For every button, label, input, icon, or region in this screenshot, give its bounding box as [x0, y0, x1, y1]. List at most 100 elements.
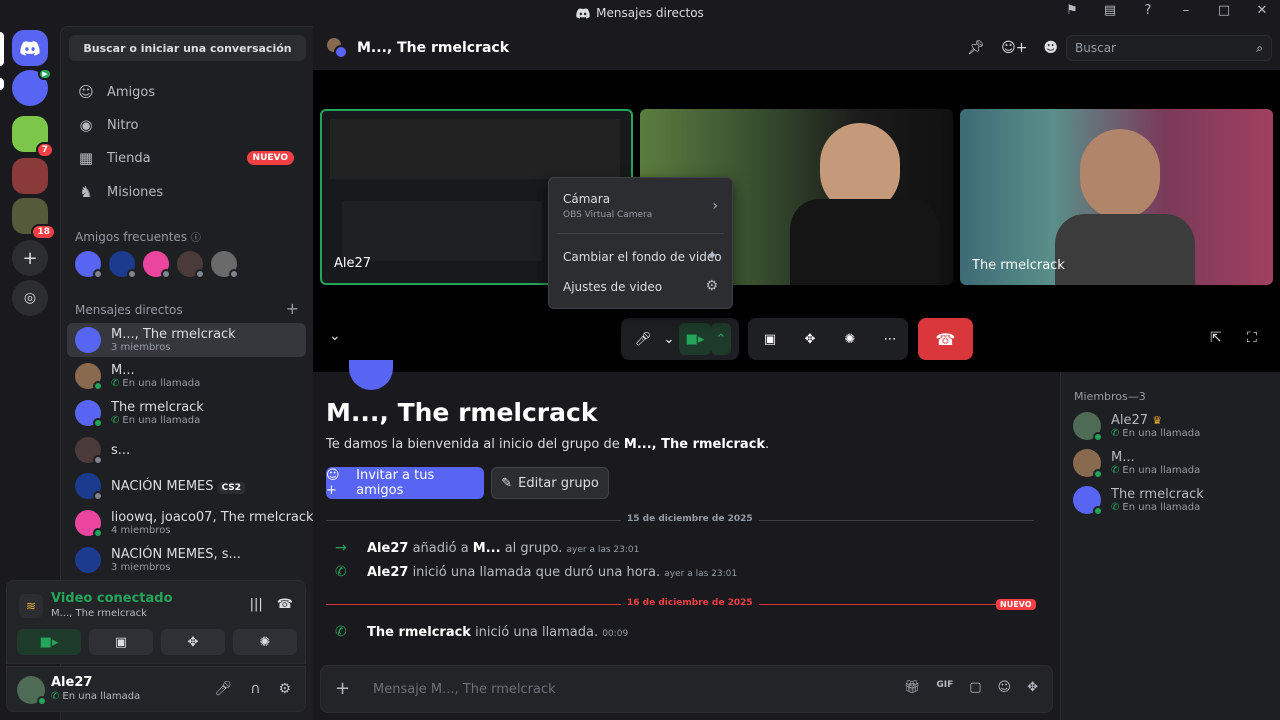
avatar	[1073, 449, 1103, 479]
group-icon	[327, 38, 349, 60]
maximize-button[interactable]: □	[1214, 3, 1234, 18]
voice-channel[interactable]: M..., The rmelcrack	[51, 608, 147, 619]
server-1[interactable]: 7	[12, 116, 54, 158]
tile-label: The rmelcrack	[972, 258, 1065, 273]
server-group-dm[interactable]: ▶	[12, 68, 52, 106]
person-body	[790, 199, 940, 285]
collapse-chevron-icon[interactable]: ⌄	[329, 328, 341, 344]
microphone-icon: 🎤︎	[634, 331, 652, 347]
dm-name: M..., The rmelcrack	[111, 327, 236, 342]
dm-name: NACIÓN MEMES	[111, 478, 214, 494]
server-2[interactable]	[12, 158, 48, 194]
hang-up-button[interactable]: ☎	[918, 318, 973, 360]
screen-share-button[interactable]: ▣	[89, 629, 153, 655]
edit-group-button[interactable]: ✎ Editar grupo	[491, 467, 609, 499]
dm-item[interactable]: M..., The rmelcrack 3 miembros	[67, 323, 306, 357]
screen-share-button[interactable]: ▣	[754, 323, 786, 355]
inbox-icon[interactable]: ▤	[1100, 3, 1120, 18]
phone-icon: ✆	[111, 415, 120, 426]
dm-item[interactable]: NACIÓN MEMES, s... 3 miembros	[67, 543, 306, 577]
search-input[interactable]: Buscar ⌕	[1066, 35, 1272, 61]
gif-icon[interactable]: GIF	[936, 680, 953, 695]
pop-out-icon[interactable]: ⇱	[1210, 330, 1222, 346]
frequent-friend-avatar[interactable]	[75, 251, 103, 279]
help-icon[interactable]: ?	[1138, 3, 1158, 18]
member-item[interactable]: The rmelcrack ✆ En una llamada	[1073, 486, 1204, 516]
home-button[interactable]	[12, 30, 48, 66]
settings-gear-icon[interactable]: ⚙	[278, 681, 291, 697]
user-avatar[interactable]	[17, 676, 47, 706]
video-tile-rmelcrack[interactable]: The rmelcrack	[960, 109, 1273, 285]
dm-item[interactable]: The rmelcrack ✆ En una llamada	[67, 396, 306, 430]
gift-icon[interactable]: 🎁︎	[904, 680, 921, 695]
nav-nitro[interactable]: ◉ Nitro	[69, 110, 306, 140]
more-options-button[interactable]: ⋯	[874, 323, 906, 355]
nav-shop[interactable]: ▦ Tienda NUEVO	[69, 143, 306, 173]
phone-icon: ✆	[1111, 502, 1120, 513]
pin-icon[interactable]: 📌︎	[967, 40, 985, 56]
video-live-icon: ▶	[38, 68, 52, 80]
activities-icon: ✥	[804, 331, 816, 347]
camera-options-chevron-icon[interactable]: ⌃	[711, 323, 731, 355]
selected-indicator	[0, 32, 4, 66]
minimize-button[interactable]: –	[1176, 3, 1196, 18]
chevron-right-icon: ›	[712, 198, 718, 214]
fullscreen-icon[interactable]: ⛶	[1247, 330, 1257, 346]
frequent-friend-avatar[interactable]	[143, 251, 171, 279]
menu-item-video-settings[interactable]: Ajustes de video	[563, 280, 662, 294]
emoji-icon[interactable]: ☺	[998, 680, 1012, 695]
nitro-icon: ◉	[79, 116, 93, 134]
flag-icon[interactable]: ⚑	[1062, 3, 1082, 18]
camera-button[interactable]: ■▸	[17, 629, 81, 655]
soundboard-button[interactable]: ✺	[233, 629, 297, 655]
add-friends-icon[interactable]: ☺+	[1001, 40, 1027, 56]
find-conversation-button[interactable]: Buscar o iniciar una conversación	[69, 35, 306, 61]
server-3[interactable]: 18	[12, 198, 56, 240]
menu-item-change-background[interactable]: Cambiar el fondo de video	[563, 250, 722, 264]
camera-toggle-button[interactable]: ■▸	[679, 323, 711, 355]
dm-item[interactable]: M... ✆ En una llamada	[67, 359, 306, 393]
camera-device: OBS Virtual Camera	[563, 210, 653, 220]
apps-icon[interactable]: ✥	[1027, 680, 1038, 695]
signal-icon[interactable]: ≋	[19, 594, 43, 618]
frequent-friend-avatar[interactable]	[109, 251, 137, 279]
nav-quests[interactable]: ♞ Misiones	[69, 177, 306, 207]
frequent-friends-list	[75, 251, 239, 279]
avatar	[75, 473, 103, 501]
close-window-button[interactable]: ✕	[1252, 3, 1272, 18]
menu-item-camera[interactable]: Cámara	[563, 192, 610, 206]
activities-button[interactable]: ✥	[161, 629, 225, 655]
dm-item[interactable]: s...	[67, 433, 306, 467]
attach-plus-icon[interactable]: +	[335, 678, 350, 699]
members-icon[interactable]: ☻	[1043, 40, 1058, 56]
headphones-icon[interactable]: ∩	[250, 681, 260, 697]
dm-item[interactable]: lioowq, joaco07, The rmelcrack 4 miembros	[67, 506, 314, 540]
frequent-friend-avatar[interactable]	[177, 251, 205, 279]
member-item[interactable]: M... ✆ En una llamada	[1073, 449, 1200, 479]
add-server-button[interactable]: +	[12, 240, 48, 276]
system-message: ✆ Ale27 inició una llamada que duró una …	[335, 564, 738, 580]
member-item[interactable]: Ale27 ♛ ✆ En una llamada	[1073, 412, 1200, 442]
create-dm-button[interactable]: +	[286, 299, 299, 318]
nav-friends[interactable]: ☺ Amigos	[69, 77, 306, 107]
info-icon[interactable]: ⓘ	[191, 233, 201, 244]
voice-status[interactable]: Video conectado	[51, 591, 173, 606]
disconnect-icon[interactable]: ☎	[277, 597, 293, 612]
frequent-friend-avatar[interactable]	[211, 251, 239, 279]
activities-button[interactable]: ✥	[794, 323, 826, 355]
discover-icon[interactable]: ◎	[12, 280, 48, 316]
message-composer[interactable]: + Mensaje M..., The rmelcrack 🎁︎ GIF ▢ ☺…	[320, 665, 1053, 713]
unread-indicator	[0, 78, 4, 90]
dm-item[interactable]: NACIÓN MEMES CS2	[67, 469, 306, 503]
server-badge: 7	[35, 142, 54, 158]
soundboard-wave-icon[interactable]: |||	[250, 597, 263, 612]
phone-icon: ✆	[335, 564, 347, 580]
microphone-button[interactable]: 🎤︎	[627, 323, 659, 355]
message-input[interactable]: Mensaje M..., The rmelcrack	[373, 682, 556, 697]
sticker-icon[interactable]: ▢	[969, 680, 981, 695]
invite-friends-button[interactable]: ☺+ Invitar a tus amigos	[326, 467, 484, 499]
mic-options-chevron-icon[interactable]: ⌄	[659, 323, 679, 355]
dm-sub: 3 miembros	[111, 562, 171, 573]
microphone-icon[interactable]: 🎤︎	[214, 681, 232, 697]
soundboard-button[interactable]: ✺	[834, 323, 866, 355]
